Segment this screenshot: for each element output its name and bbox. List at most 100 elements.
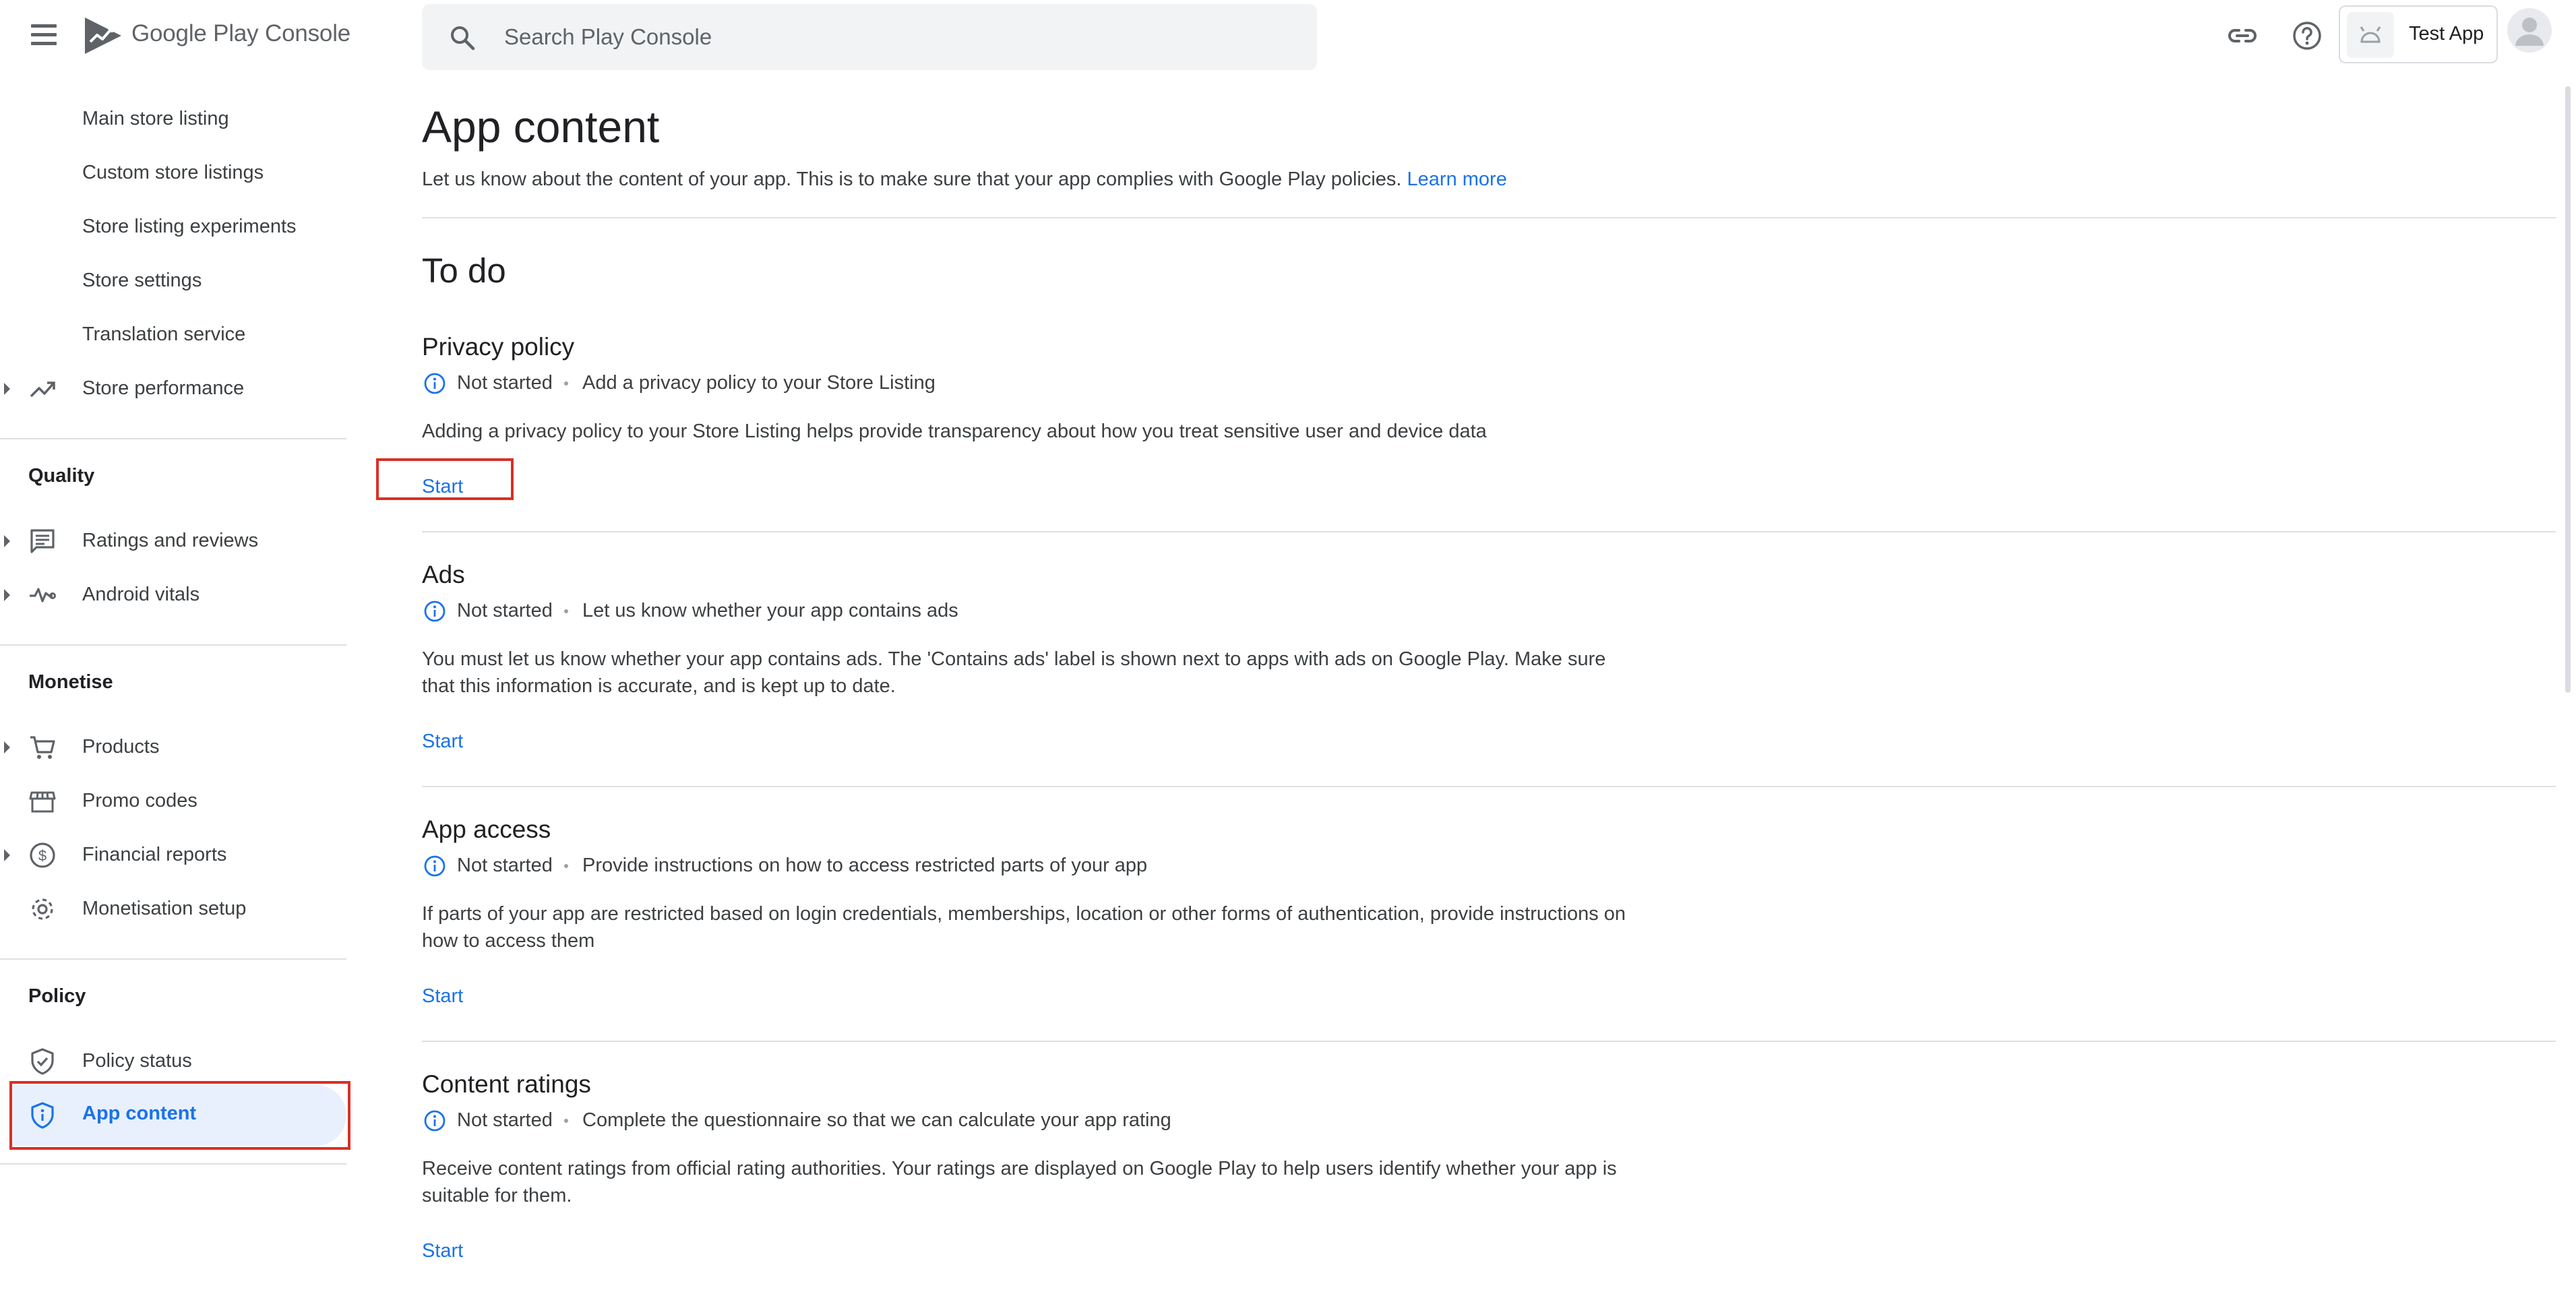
sidebar-item-label: App content <box>82 1103 197 1124</box>
info-icon <box>424 600 446 622</box>
separator-dot <box>564 1119 568 1123</box>
shield-info-icon <box>31 1102 54 1129</box>
card-description: If parts of your app are restricted base… <box>422 903 1626 952</box>
sidebar-section-policy: Policy <box>28 985 86 1007</box>
start-button[interactable]: Start <box>422 1240 463 1262</box>
sidebar-item-promo-codes[interactable]: Promo codes <box>0 776 346 826</box>
expand-arrow-icon[interactable] <box>4 383 10 395</box>
search-input[interactable] <box>504 20 1279 54</box>
sidebar-divider <box>0 1163 346 1165</box>
card-description: You must let us know whether your app co… <box>422 648 1606 697</box>
expand-arrow-icon[interactable] <box>4 535 10 547</box>
sidebar-item-label: Store performance <box>82 377 245 399</box>
card-title: Ads <box>422 561 465 588</box>
sidebar-divider <box>0 438 346 439</box>
todo-heading: To do <box>422 251 506 290</box>
sidebar-item-custom-store-listings[interactable]: Custom store listings <box>0 148 346 198</box>
sidebar-item-main-store-listing[interactable]: Main store listing <box>0 94 346 144</box>
card-summary: Complete the questionnaire so that we ca… <box>582 1109 1171 1131</box>
divider <box>422 531 2556 532</box>
vitals-icon <box>30 588 56 603</box>
menu-icon[interactable] <box>27 20 62 53</box>
sidebar-item-store-listing-experiments[interactable]: Store listing experiments <box>0 202 346 252</box>
brand-console: Console <box>265 20 351 47</box>
info-icon <box>424 855 446 877</box>
status-label: Not started <box>457 1109 553 1131</box>
status-label: Not started <box>457 600 553 621</box>
trending-up-icon <box>30 381 55 398</box>
card-summary: Let us know whether your app contains ad… <box>582 600 958 621</box>
sidebar-divider <box>0 644 346 646</box>
card-title: App access <box>422 815 551 843</box>
start-button[interactable]: Start <box>422 476 463 498</box>
sidebar-section-quality: Quality <box>28 465 95 487</box>
cart-icon <box>30 736 55 759</box>
sidebar-item-label: Promo codes <box>82 790 197 811</box>
expand-arrow-icon[interactable] <box>4 849 10 861</box>
card-summary: Provide instructions on how to access re… <box>582 855 1148 876</box>
sidebar-item-products[interactable]: Products <box>0 722 346 772</box>
sidebar-item-ratings-and-reviews[interactable]: Ratings and reviews <box>0 516 346 566</box>
status-label: Not started <box>457 372 553 394</box>
expand-arrow-icon[interactable] <box>4 589 10 601</box>
sidebar-divider <box>0 958 346 960</box>
sidebar-item-label: Policy status <box>82 1050 192 1072</box>
play-console-logo-icon <box>85 18 121 54</box>
top-app-bar: Google Play Console Search Play Console … <box>0 0 2576 73</box>
info-icon <box>424 373 446 394</box>
app-name: Test App <box>2409 23 2484 44</box>
sidebar-item-label: Store listing experiments <box>82 216 297 237</box>
info-icon <box>424 1110 446 1132</box>
sidebar-item-android-vitals[interactable]: Android vitals <box>0 570 346 620</box>
storefront-icon <box>29 791 56 813</box>
separator-dot <box>564 864 568 868</box>
start-button[interactable]: Start <box>422 731 463 753</box>
sidebar-item-label: Translation service <box>82 324 246 345</box>
sidebar-item-app-content[interactable]: App content <box>0 1085 346 1146</box>
link-icon[interactable] <box>2226 19 2259 53</box>
shield-check-icon <box>31 1048 54 1075</box>
card-description: Adding a privacy policy to your Store Li… <box>422 421 1487 442</box>
sidebar-item-monetisation-setup[interactable]: Monetisation setup <box>0 884 346 934</box>
sidebar-item-financial-reports[interactable]: $ Financial reports <box>0 830 346 880</box>
brand-google: Google Play <box>131 20 259 47</box>
sidebar-item-policy-status[interactable]: Policy status <box>0 1037 346 1086</box>
sidebar-item-label: Android vitals <box>82 584 200 605</box>
account-avatar[interactable] <box>2507 8 2552 53</box>
sidebar-item-label: Custom store listings <box>82 162 264 183</box>
sidebar-item-store-settings[interactable]: Store settings <box>0 256 346 306</box>
play-console-page: Google Play Console Search Play Console … <box>0 0 2576 1294</box>
page-title: App content <box>422 102 660 152</box>
expand-arrow-icon[interactable] <box>4 741 10 753</box>
android-app-icon <box>2347 12 2394 58</box>
gear-icon <box>32 898 53 920</box>
card-description: Receive content ratings from official ra… <box>422 1158 1617 1206</box>
main-content: App content Let us know about the conten… <box>376 73 2556 1294</box>
sidebar-item-label: Monetisation setup <box>82 898 247 919</box>
dollar-circle-icon: $ <box>30 842 55 868</box>
app-switcher[interactable]: Test App <box>2339 5 2498 63</box>
divider <box>422 1041 2556 1042</box>
person-icon <box>2515 18 2544 46</box>
search-bar[interactable] <box>422 4 1317 70</box>
reviews-icon <box>30 529 55 553</box>
card-title: Privacy policy <box>422 333 575 361</box>
sidebar-item-label: Store settings <box>82 270 202 291</box>
brand-name[interactable]: Google Play Console <box>131 20 350 47</box>
divider <box>422 217 2556 218</box>
sidebar-item-label: Ratings and reviews <box>82 530 259 551</box>
sidebar-item-store-performance[interactable]: Store performance <box>0 364 346 414</box>
sidebar-nav: Main store listing Custom store listings… <box>0 73 350 1294</box>
intro-text: Let us know about the content of your ap… <box>422 168 1402 190</box>
start-button[interactable]: Start <box>422 985 463 1008</box>
help-icon[interactable] <box>2290 19 2324 53</box>
sidebar-item-translation-service[interactable]: Translation service <box>0 310 346 360</box>
separator-dot <box>564 609 568 613</box>
learn-more-link[interactable]: Learn more <box>1407 168 1507 190</box>
scrollbar[interactable] <box>2565 86 2571 693</box>
svg-text:$: $ <box>38 847 47 864</box>
page-intro: Let us know about the content of your ap… <box>422 168 1507 191</box>
card-title: Content ratings <box>422 1070 591 1098</box>
search-icon <box>451 26 475 51</box>
sidebar-item-label: Main store listing <box>82 108 229 129</box>
